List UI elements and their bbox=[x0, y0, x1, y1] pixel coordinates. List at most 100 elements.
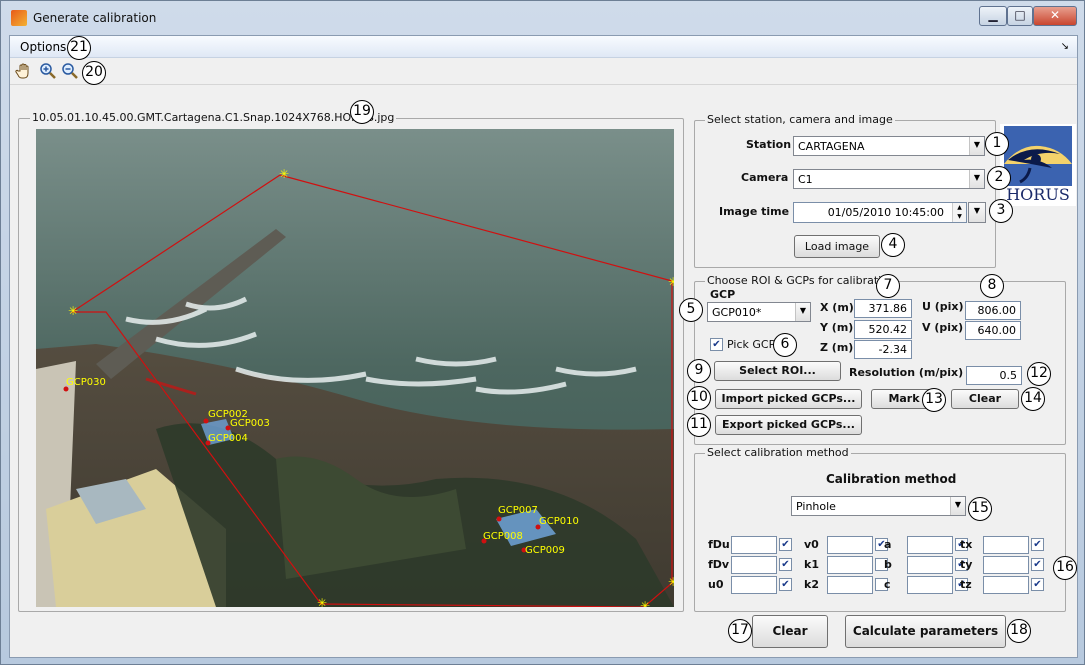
z-field[interactable]: -2.34 bbox=[854, 340, 912, 359]
param-field[interactable] bbox=[731, 536, 777, 554]
gcp-select[interactable]: GCP010* ▼ bbox=[707, 302, 811, 322]
zoom-in-icon[interactable] bbox=[38, 62, 58, 82]
logo-text: HORUS bbox=[1006, 185, 1070, 204]
callout-2: 2 bbox=[987, 166, 1011, 190]
close-button[interactable]: ✕ bbox=[1033, 6, 1077, 26]
param-field[interactable] bbox=[827, 556, 873, 574]
gcp-label: GCP004 bbox=[208, 433, 248, 444]
param-field[interactable] bbox=[731, 556, 777, 574]
param-label: b bbox=[884, 558, 892, 571]
param-checkbox[interactable]: ✔ bbox=[779, 578, 792, 591]
menu-bar: Options ↘ bbox=[10, 36, 1077, 58]
y-field[interactable]: 520.42 bbox=[854, 320, 912, 339]
param-field[interactable] bbox=[827, 576, 873, 594]
param-checkbox[interactable]: ✔ bbox=[779, 538, 792, 551]
chevron-down-icon: ▼ bbox=[969, 203, 985, 222]
callout-3: 3 bbox=[989, 199, 1013, 223]
y-label: Y (m) bbox=[820, 321, 854, 334]
param-field[interactable] bbox=[907, 536, 953, 554]
callout-19: 19 bbox=[350, 100, 374, 124]
image-filename: 10.05.01.10.45.00.GMT.Cartagena.C1.Snap.… bbox=[30, 111, 397, 124]
method-panel-legend: Select calibration method bbox=[705, 446, 851, 459]
gcp-label: GCP009 bbox=[525, 545, 565, 556]
gcp-label-heading: GCP bbox=[710, 288, 736, 301]
calculate-parameters-button[interactable]: Calculate parameters bbox=[845, 615, 1006, 648]
horus-logo: HORUS bbox=[1000, 124, 1076, 206]
callout-11: 11 bbox=[687, 413, 711, 437]
svg-text:✳: ✳ bbox=[317, 596, 327, 607]
matlab-app-icon bbox=[11, 10, 27, 26]
load-image-button[interactable]: Load image bbox=[794, 235, 880, 258]
x-label: X (m) bbox=[820, 301, 854, 314]
param-label: fDu bbox=[708, 538, 730, 551]
window-title: Generate calibration bbox=[33, 11, 157, 25]
callout-9: 9 bbox=[687, 359, 711, 383]
pick-gcp-checkbox[interactable]: ✔ bbox=[710, 338, 723, 351]
resolution-field[interactable]: 0.5 bbox=[966, 366, 1022, 385]
param-label: c bbox=[884, 578, 891, 591]
zoom-out-icon[interactable] bbox=[60, 62, 80, 82]
svg-text:✳: ✳ bbox=[68, 304, 78, 318]
param-field[interactable] bbox=[983, 556, 1029, 574]
title-bar[interactable]: Generate calibration ▁ □ ✕ bbox=[1, 1, 1084, 33]
param-label: tx bbox=[960, 538, 973, 551]
callout-5: 5 bbox=[679, 298, 703, 322]
v-field[interactable]: 640.00 bbox=[965, 321, 1021, 340]
image-time-field[interactable]: 01/05/2010 10:45:00 bbox=[793, 202, 967, 223]
param-label: u0 bbox=[708, 578, 724, 591]
callout-12: 12 bbox=[1027, 362, 1051, 386]
param-field[interactable] bbox=[983, 536, 1029, 554]
clear-button[interactable]: Clear bbox=[752, 615, 828, 648]
camera-image[interactable]: ✳ ✳ ✳ ✳ ✳ ✳ GCP030 GCP002 GCP003 GCP004 GCP00… bbox=[36, 129, 674, 607]
menu-expand-icon[interactable]: ↘ bbox=[1061, 41, 1069, 52]
method-select[interactable]: Pinhole ▼ bbox=[791, 496, 966, 516]
callout-14: 14 bbox=[1021, 387, 1045, 411]
gcp-label: GCP003 bbox=[230, 418, 270, 429]
station-select[interactable]: CARTAGENA ▼ bbox=[793, 136, 985, 156]
chevron-down-icon: ▼ bbox=[795, 303, 810, 321]
image-time-label: Image time bbox=[719, 205, 790, 218]
param-field[interactable] bbox=[731, 576, 777, 594]
pan-icon[interactable] bbox=[14, 62, 34, 82]
chevron-down-icon: ▼ bbox=[969, 137, 984, 155]
callout-6: 6 bbox=[773, 333, 797, 357]
time-spinner[interactable]: ▲ ▼ bbox=[952, 203, 966, 222]
u-field[interactable]: 806.00 bbox=[965, 301, 1021, 320]
x-field[interactable]: 371.86 bbox=[854, 299, 912, 318]
time-dropdown[interactable]: ▼ bbox=[968, 202, 986, 223]
z-label: Z (m) bbox=[820, 341, 854, 354]
svg-text:✳: ✳ bbox=[668, 275, 674, 289]
callout-18: 18 bbox=[1007, 619, 1031, 643]
gcp-label: GCP010 bbox=[539, 516, 579, 527]
callout-10: 10 bbox=[687, 386, 711, 410]
svg-text:✳: ✳ bbox=[279, 167, 289, 181]
param-checkbox[interactable]: ✔ bbox=[1031, 558, 1044, 571]
svg-text:✳: ✳ bbox=[640, 599, 650, 607]
param-checkbox[interactable]: ✔ bbox=[779, 558, 792, 571]
menu-options[interactable]: Options bbox=[20, 40, 66, 54]
camera-image-canvas[interactable]: ✳✳✳✳✳✳ GCP030 GCP002 GCP003 GCP004 GCP00… bbox=[36, 129, 674, 607]
minimize-button[interactable]: ▁ bbox=[979, 6, 1007, 26]
param-field[interactable] bbox=[827, 536, 873, 554]
select-roi-button[interactable]: Select ROI... bbox=[714, 361, 841, 381]
param-field[interactable] bbox=[907, 576, 953, 594]
pick-gcp-label: Pick GCP bbox=[727, 338, 776, 351]
param-checkbox[interactable]: ✔ bbox=[1031, 538, 1044, 551]
toolbar bbox=[10, 59, 1077, 85]
callout-15: 15 bbox=[968, 497, 992, 521]
resolution-label: Resolution (m/pix) bbox=[849, 366, 964, 379]
param-field[interactable] bbox=[907, 556, 953, 574]
camera-select[interactable]: C1 ▼ bbox=[793, 169, 985, 189]
maximize-button[interactable]: □ bbox=[1007, 6, 1033, 26]
export-gcps-button[interactable]: Export picked GCPs... bbox=[715, 415, 862, 435]
roi-panel-legend: Choose ROI & GCPs for calibration bbox=[705, 274, 897, 287]
import-gcps-button[interactable]: Import picked GCPs... bbox=[715, 389, 862, 409]
gcp-label: GCP007 bbox=[498, 505, 538, 516]
clear-gcp-button[interactable]: Clear bbox=[951, 389, 1019, 409]
calibration-method-heading: Calibration method bbox=[826, 472, 957, 486]
param-checkbox[interactable]: ✔ bbox=[1031, 578, 1044, 591]
gcp-label: GCP008 bbox=[483, 531, 523, 542]
param-field[interactable] bbox=[983, 576, 1029, 594]
param-label: tz bbox=[960, 578, 972, 591]
param-label: k1 bbox=[804, 558, 819, 571]
